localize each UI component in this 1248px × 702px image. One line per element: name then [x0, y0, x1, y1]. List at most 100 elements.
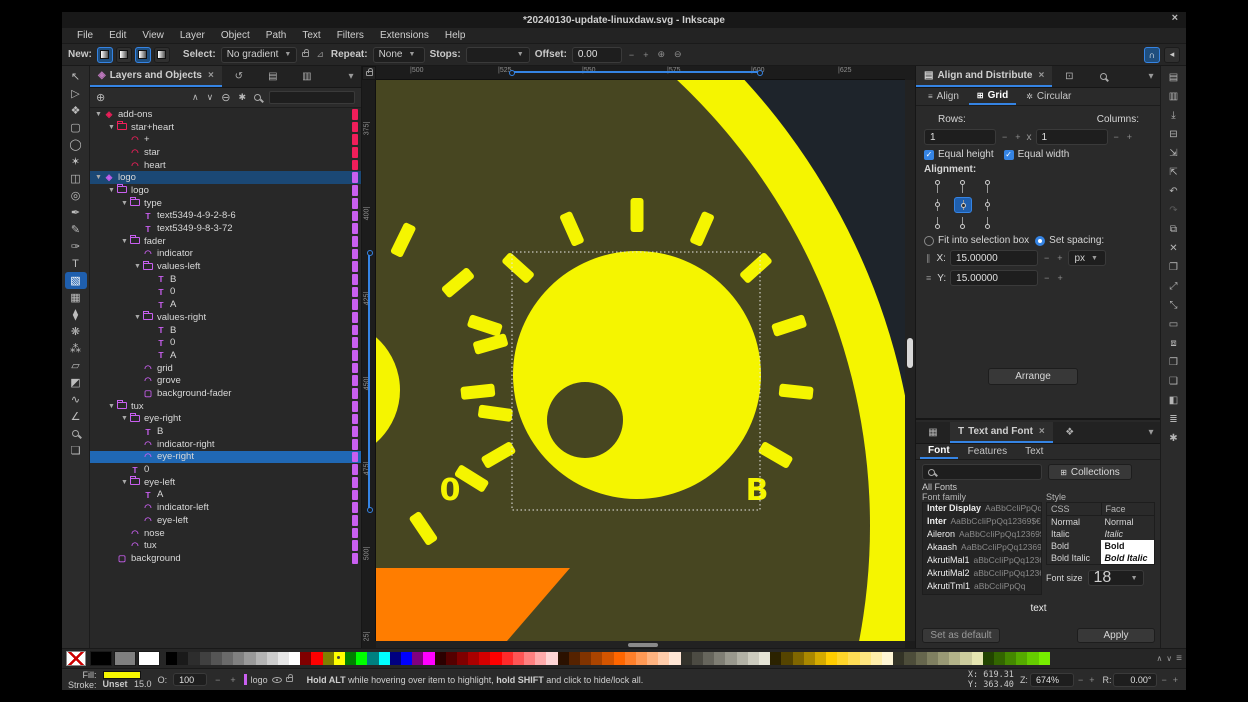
color-swatch[interactable]	[1039, 652, 1050, 665]
layer-highlight-strip[interactable]	[352, 134, 358, 145]
menu-path[interactable]: Path	[259, 29, 294, 42]
tree-row-a[interactable]: TA	[90, 349, 361, 362]
spray-tool[interactable]: ⁂	[65, 340, 87, 357]
shape-builder-tool[interactable]: ❖	[65, 102, 87, 119]
tree-row-eye-right[interactable]: ◠eye-right	[90, 451, 361, 464]
horizontal-ruler[interactable]: |500|525|550|575|600|625	[376, 66, 905, 80]
tab-document-properties[interactable]: ▤	[256, 66, 290, 87]
spiral-tool[interactable]: ◎	[65, 187, 87, 204]
color-swatch[interactable]	[345, 652, 356, 665]
tree-row-b[interactable]: TB	[90, 324, 361, 337]
tree-row-a[interactable]: TA	[90, 298, 361, 311]
color-swatch[interactable]	[1016, 652, 1027, 665]
alignment-option-middle-center[interactable]	[954, 197, 972, 213]
tree-row-star[interactable]: ◠star	[90, 146, 361, 159]
color-swatch[interactable]	[770, 652, 781, 665]
color-swatch[interactable]	[860, 652, 871, 665]
subtab-text[interactable]: Text	[1017, 444, 1051, 459]
tree-row-grid[interactable]: ◠grid	[90, 362, 361, 375]
layer-highlight-strip[interactable]	[352, 553, 358, 564]
color-swatch[interactable]	[602, 652, 613, 665]
expander-open-icon[interactable]: ▼	[120, 415, 129, 422]
layer-highlight-strip[interactable]	[352, 312, 358, 323]
color-swatch[interactable]	[435, 652, 446, 665]
color-swatch[interactable]	[367, 652, 378, 665]
layer-highlight-strip[interactable]	[352, 211, 358, 222]
zoom-selection-icon[interactable]: ⤢	[1164, 277, 1184, 296]
open-document-icon[interactable]: ▥	[1164, 87, 1184, 106]
color-swatch[interactable]	[513, 652, 524, 665]
layer-highlight-strip[interactable]	[352, 160, 358, 171]
expander-open-icon[interactable]: ▼	[133, 263, 142, 270]
color-swatch[interactable]	[524, 652, 535, 665]
color-swatch[interactable]	[446, 652, 457, 665]
linear-gradient-button[interactable]	[97, 47, 113, 63]
paste-icon[interactable]: ❐	[1164, 258, 1184, 277]
zoom-increment-button[interactable]: +	[1087, 675, 1096, 685]
color-swatch[interactable]	[658, 652, 669, 665]
layer-highlight-strip[interactable]	[352, 249, 358, 260]
tree-row-text5349-4-9-2-8-6[interactable]: Ttext5349-4-9-2-8-6	[90, 210, 361, 223]
palette-scroll-down-icon[interactable]: ∨	[1166, 654, 1172, 663]
color-swatch[interactable]	[725, 652, 736, 665]
selector-tool[interactable]: ↖	[65, 68, 87, 85]
layers-search-input[interactable]	[269, 91, 355, 104]
print-icon[interactable]: ⊟	[1164, 125, 1184, 144]
alignment-option-middle-left[interactable]	[934, 197, 952, 213]
quick-color-swatch[interactable]	[90, 651, 112, 666]
style-row-bold-italic[interactable]: Bold ItalicBold Italic	[1047, 552, 1154, 564]
tab-objects[interactable]: ⊡	[1052, 66, 1086, 87]
canvas-drawing[interactable]: 0B	[376, 80, 905, 641]
color-swatch[interactable]	[278, 652, 289, 665]
menu-file[interactable]: File	[70, 29, 100, 42]
subtab-grid[interactable]: ⊞Grid	[969, 88, 1016, 105]
color-swatch[interactable]	[211, 652, 222, 665]
fill-stroke-icon[interactable]: ◧	[1164, 391, 1184, 410]
font-family-item[interactable]: AkaashAaBbCcIiPpQq12369$€¢?.;(	[923, 542, 1041, 555]
zoom-page-icon[interactable]: ▭	[1164, 315, 1184, 334]
color-swatch[interactable]	[244, 652, 255, 665]
rows-decrement-button[interactable]: −	[1000, 132, 1009, 142]
opacity-decrement-button[interactable]: −	[213, 675, 222, 685]
tree-row-background-fader[interactable]: ▢background-fader	[90, 387, 361, 400]
layer-highlight-strip[interactable]	[352, 414, 358, 425]
offset-input[interactable]: 0.00	[572, 47, 622, 63]
chevron-down-icon[interactable]: ▾	[341, 66, 361, 87]
color-swatch[interactable]	[938, 652, 949, 665]
ungroup-icon[interactable]: ❑	[1164, 372, 1184, 391]
canvas-area[interactable]: |500|525|550|575|600|625 375|400|425|450…	[362, 66, 915, 648]
tree-row-heart[interactable]: ◠heart	[90, 159, 361, 172]
set-spacing-radio[interactable]: Set spacing:	[1035, 235, 1104, 246]
fill-color-swatch[interactable]	[103, 671, 141, 679]
color-swatch[interactable]	[692, 652, 703, 665]
style-row-italic[interactable]: ItalicItalic	[1047, 528, 1154, 540]
layer-highlight-strip[interactable]	[352, 287, 358, 298]
font-family-item[interactable]: Inter DisplayAaBbCcIiPpQq1236	[923, 503, 1041, 516]
vertical-ruler[interactable]: 375|400|425|450|475|500|525|	[362, 80, 376, 641]
new-document-icon[interactable]: ▤	[1164, 68, 1184, 87]
remove-layer-button[interactable]: ⊖	[221, 91, 230, 104]
tab-text-and-font[interactable]: T Text and Font ×	[950, 422, 1053, 443]
y-spacing-input[interactable]: 15.00000	[950, 270, 1038, 286]
color-swatch[interactable]	[311, 652, 322, 665]
chevron-down-icon[interactable]: ▾	[1141, 66, 1161, 87]
arrange-button[interactable]: Arrange	[988, 368, 1078, 385]
horizontal-scrollbar-handle[interactable]	[628, 643, 658, 647]
vertical-scrollbar-handle[interactable]	[907, 338, 913, 368]
layer-highlight-strip[interactable]	[352, 223, 358, 234]
color-swatch[interactable]	[994, 652, 1005, 665]
add-layer-button[interactable]: ⊕	[96, 91, 105, 104]
layer-highlight-strip[interactable]	[352, 198, 358, 209]
move-up-button[interactable]: ∧	[192, 92, 199, 103]
dropper-tool[interactable]: ⧫	[65, 306, 87, 323]
current-layer-name[interactable]: logo	[251, 675, 268, 685]
color-swatch[interactable]	[222, 652, 233, 665]
color-swatch[interactable]	[502, 652, 513, 665]
pencil-tool[interactable]: ✎	[65, 221, 87, 238]
menu-layer[interactable]: Layer	[173, 29, 212, 42]
color-swatch[interactable]	[188, 652, 199, 665]
color-swatch[interactable]	[804, 652, 815, 665]
layers-icon[interactable]: ≣	[1164, 410, 1184, 429]
x-decrement-button[interactable]: −	[1042, 253, 1051, 263]
rows-increment-button[interactable]: +	[1013, 132, 1022, 142]
